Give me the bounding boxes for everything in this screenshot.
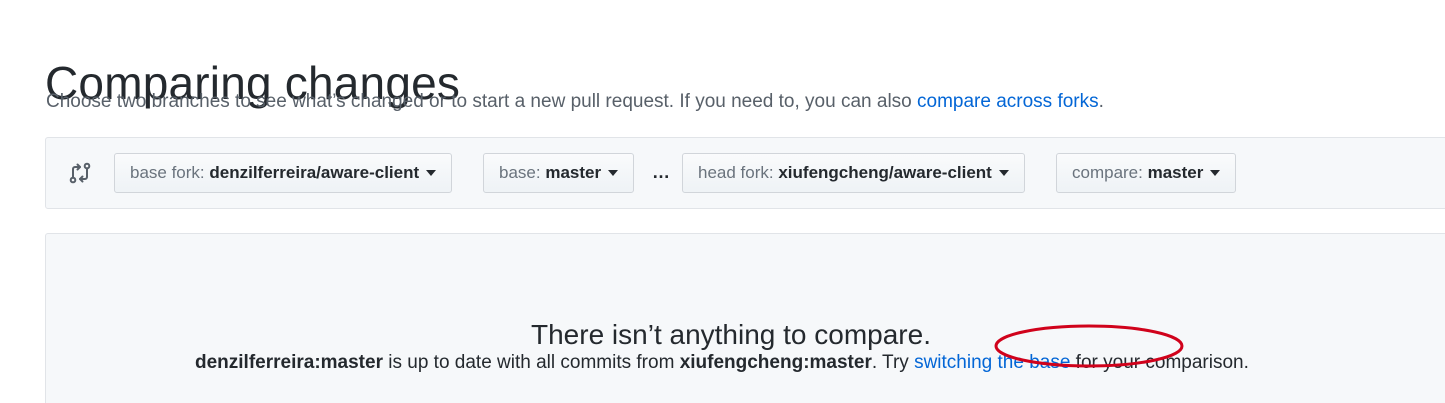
git-compare-icon[interactable]	[68, 161, 92, 185]
compare-label: compare:	[1072, 163, 1143, 182]
base-fork-label: base fork:	[130, 163, 205, 182]
caret-down-icon	[1210, 170, 1221, 176]
range-editor: base fork: denzilferreira/aware-client b…	[45, 137, 1445, 209]
subtitle-end: .	[1098, 91, 1104, 112]
page-subtitle: Choose two branches to see what’s change…	[46, 90, 1104, 114]
message-middle: is up to date with all commits from	[382, 352, 680, 373]
head-fork-value: xiufengcheng/aware-client	[778, 163, 992, 182]
base-value: master	[545, 163, 602, 182]
blankslate-title: There isn’t anything to compare.	[531, 319, 931, 350]
range-separator: …	[652, 162, 670, 182]
compare-branch-select[interactable]: compare: master	[1056, 153, 1237, 193]
compare-page: Comparing changes Choose two branches to…	[0, 0, 1445, 403]
caret-down-icon	[998, 170, 1009, 176]
caret-down-icon	[608, 170, 619, 176]
head-fork-label: head fork:	[698, 163, 774, 182]
compare-value: master	[1147, 163, 1204, 182]
head-fork-select[interactable]: head fork: xiufengcheng/aware-client	[682, 153, 1025, 193]
blankslate-message: denzilferreira:master is up to date with…	[195, 351, 1249, 375]
subtitle-text: Choose two branches to see what’s change…	[46, 91, 918, 112]
base-ref: denzilferreira:master	[195, 352, 383, 373]
base-branch-select[interactable]: base: master	[483, 153, 635, 193]
message-end: for your comparison.	[1070, 352, 1249, 373]
compare-across-forks-link[interactable]: compare across forks	[917, 91, 1099, 112]
blankslate: There isn’t anything to compare. denzilf…	[45, 233, 1445, 403]
base-fork-select[interactable]: base fork: denzilferreira/aware-client	[114, 153, 453, 193]
message-try: . Try	[871, 352, 915, 373]
switching-the-base-link[interactable]: switching the base	[914, 352, 1070, 373]
caret-down-icon	[426, 170, 437, 176]
base-label: base:	[499, 163, 541, 182]
base-fork-value: denzilferreira/aware-client	[209, 163, 420, 182]
head-ref: xiufengcheng:master	[679, 352, 872, 373]
